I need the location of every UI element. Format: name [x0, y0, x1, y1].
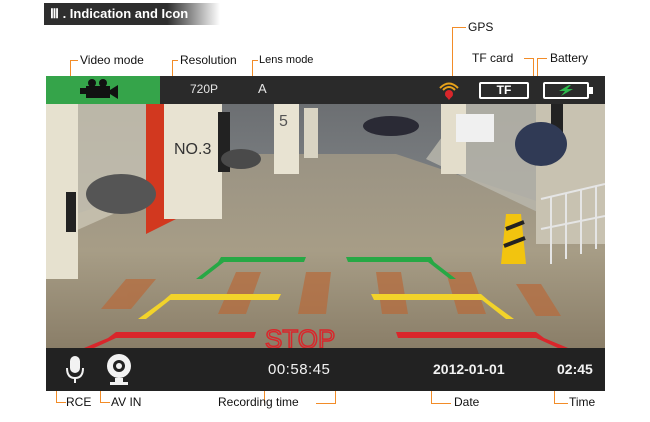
- stop-text: STOP: [265, 324, 335, 348]
- pillar-left: [46, 104, 78, 279]
- callout-line-time-foot: [554, 403, 568, 404]
- callout-av-in: AV IN: [111, 395, 142, 409]
- callout-line-date-foot: [431, 403, 451, 404]
- webcam-icon: [107, 354, 131, 385]
- time-value: 02:45: [557, 361, 593, 377]
- callout-resolution: Resolution: [180, 53, 237, 67]
- battery-indicator: [543, 82, 589, 99]
- callout-line-battery: [537, 58, 547, 78]
- parked-car-right: [515, 122, 567, 166]
- section-header-text: Ⅲ . Indication and Icon: [50, 6, 189, 21]
- callout-lens-mode: Lens mode: [259, 54, 314, 66]
- parked-car-center: [363, 116, 419, 136]
- callout-recording-time: Recording time: [218, 395, 299, 409]
- callout-line-tf-card: [524, 58, 534, 78]
- status-bar-top: 720P A TF: [46, 76, 605, 104]
- camera-view: NO.3 5 STOP: [46, 104, 605, 348]
- battery-charging-icon: [559, 85, 573, 96]
- parked-car-left: [86, 174, 156, 214]
- gps-signal-icon: [439, 82, 459, 100]
- recording-time-value: 00:58:45: [268, 361, 331, 378]
- date-value: 2012-01-01: [433, 361, 505, 377]
- tf-card-label: TF: [496, 83, 512, 97]
- microphone-icon: [66, 356, 84, 383]
- callout-date: Date: [454, 395, 480, 409]
- callout-time: Time: [569, 395, 596, 409]
- lens-mode-value: A: [258, 81, 267, 96]
- video-camera-icon: [80, 79, 118, 99]
- video-mode-indicator: [46, 76, 160, 104]
- callout-tf-card: TF card: [472, 51, 514, 65]
- section-header: Ⅲ . Indication and Icon: [44, 3, 220, 25]
- parked-van: [456, 114, 494, 142]
- resolution-value: 720P: [190, 82, 219, 96]
- callout-rce: RCE: [66, 395, 92, 409]
- callout-line-recording-time-bottom: [316, 403, 336, 404]
- callout-line-recording-time-stem: [335, 390, 336, 404]
- device-screen: NO.3 5 STOP 720P A TF 00:58:45 2012-01-0…: [46, 76, 605, 391]
- tf-card-indicator: TF: [479, 82, 529, 99]
- callout-battery: Battery: [550, 51, 589, 65]
- callout-video-mode: Video mode: [80, 53, 144, 67]
- status-bar-bottom: 00:58:45 2012-01-01 02:45: [46, 348, 605, 391]
- pillar-number-right: 5: [279, 113, 288, 130]
- callout-line-gps: [452, 27, 466, 81]
- pillar-number-left: NO.3: [174, 141, 211, 158]
- battery-tip: [589, 87, 593, 94]
- pillar-no3: [164, 104, 222, 219]
- callout-gps: GPS: [468, 20, 494, 34]
